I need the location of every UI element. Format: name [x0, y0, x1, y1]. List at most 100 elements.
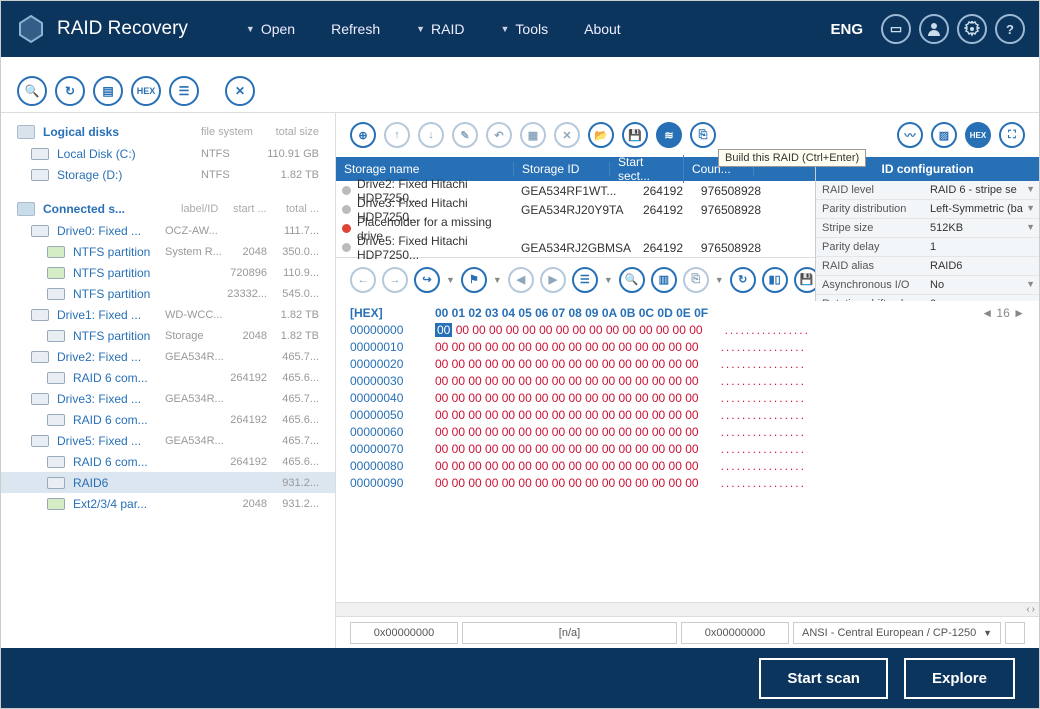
- start-scan-button[interactable]: Start scan: [759, 658, 888, 699]
- main-toolbar: 🔍 ↻ ▤ HEX ☰ ✕: [1, 69, 1039, 113]
- hex-line[interactable]: 0000008000 00 00 00 00 00 00 00 00 00 00…: [350, 458, 1025, 475]
- refresh-icon[interactable]: ↻: [55, 76, 85, 106]
- logical-disk-row[interactable]: Local Disk (C:)NTFS110.91 GB: [1, 143, 335, 164]
- titlebar: RAID Recovery ▼Open Refresh ▼RAID ▼Tools…: [1, 1, 1039, 57]
- config-row[interactable]: RAID levelRAID 6 - stripe se▼: [816, 181, 1039, 200]
- raid-toolbar: ⊕ ↑ ↓ ✎ ↶ ▦ ✕ 📂 💾 ≋ ⎘ 〰 ▨ HEX ⛶: [336, 113, 1039, 157]
- storage-row[interactable]: RAID 6 com...264192465.6...: [1, 367, 335, 388]
- menu-tools[interactable]: ▼Tools: [483, 21, 567, 37]
- connected-storages-header: Connected s... label/ID start ... total …: [1, 198, 335, 220]
- storage-row[interactable]: NTFS partitionSystem R...2048350.0...: [1, 241, 335, 262]
- hex-line[interactable]: 0000001000 00 00 00 00 00 00 00 00 00 00…: [350, 339, 1025, 356]
- hex-line[interactable]: 0000006000 00 00 00 00 00 00 00 00 00 00…: [350, 424, 1025, 441]
- grid-icon[interactable]: ▦: [520, 122, 546, 148]
- layout-icon[interactable]: ▥: [651, 267, 677, 293]
- next-icon[interactable]: ▶: [540, 267, 566, 293]
- prev-icon[interactable]: ◀: [508, 267, 534, 293]
- hex-line[interactable]: 0000004000 00 00 00 00 00 00 00 00 00 00…: [350, 390, 1025, 407]
- scrollbar-horizontal[interactable]: ‹›: [336, 602, 1039, 616]
- config-row[interactable]: Parity delay1: [816, 238, 1039, 257]
- status-offset2: 0x00000000: [681, 622, 789, 644]
- storage-row[interactable]: Ext2/3/4 par...2048931.2...: [1, 493, 335, 514]
- app-title: RAID Recovery: [57, 18, 188, 40]
- expand-icon[interactable]: ⊕: [350, 122, 376, 148]
- col-storage-id[interactable]: Storage ID: [514, 162, 610, 176]
- forward-icon[interactable]: →: [382, 267, 408, 293]
- storage-row[interactable]: Drive2: Fixed ...GEA534R...465.7...: [1, 346, 335, 367]
- encoding-selector[interactable]: ANSI - Central European / CP-1250▼: [793, 622, 1001, 644]
- menu-about[interactable]: About: [566, 21, 639, 37]
- edit-icon[interactable]: ✎: [452, 122, 478, 148]
- search-icon[interactable]: 🔍: [17, 76, 47, 106]
- remove-icon[interactable]: ✕: [554, 122, 580, 148]
- undo-icon[interactable]: ↶: [486, 122, 512, 148]
- raid-config-panel: ID configuration RAID levelRAID 6 - stri…: [815, 157, 1039, 314]
- export-icon[interactable]: ⎘: [690, 122, 716, 148]
- hex-viewer[interactable]: [HEX]00 01 02 03 04 05 06 07 08 09 0A 0B…: [336, 301, 1039, 602]
- build-raid-tooltip: Build this RAID (Ctrl+Enter): [718, 149, 866, 167]
- activity-icon[interactable]: 〰: [897, 122, 923, 148]
- hex-line[interactable]: 0000007000 00 00 00 00 00 00 00 00 00 00…: [350, 441, 1025, 458]
- fullscreen-icon[interactable]: ⛶: [999, 122, 1025, 148]
- storage-row[interactable]: Drive0: Fixed ...OCZ-AW...111.7...: [1, 220, 335, 241]
- menu-open[interactable]: ▼Open: [228, 21, 313, 37]
- col-storage-name[interactable]: Storage name: [336, 162, 514, 176]
- storage-row[interactable]: Drive5: Fixed ...GEA534R...465.7...: [1, 430, 335, 451]
- down-icon[interactable]: ↓: [418, 122, 444, 148]
- titlebar-tools: ENG ▭ ?: [830, 14, 1025, 44]
- explore-button[interactable]: Explore: [904, 658, 1015, 699]
- storage-row[interactable]: NTFS partition23332...545.0...: [1, 283, 335, 304]
- hex-icon[interactable]: HEX: [131, 76, 161, 106]
- list-icon[interactable]: ☰: [169, 76, 199, 106]
- user-icon[interactable]: [919, 14, 949, 44]
- config-row[interactable]: RAID aliasRAID6: [816, 257, 1039, 276]
- columns-icon[interactable]: ▮▯: [762, 267, 788, 293]
- up-icon[interactable]: ↑: [384, 122, 410, 148]
- config-row[interactable]: Asynchronous I/ONo▼: [816, 276, 1039, 295]
- reload-icon[interactable]: ↻: [730, 267, 756, 293]
- file-icon[interactable]: ▤: [93, 76, 123, 106]
- save-icon[interactable]: 💾: [622, 122, 648, 148]
- col-start-sector[interactable]: Start sect...: [610, 155, 684, 183]
- storage-row[interactable]: RAID 6 com...264192465.6...: [1, 409, 335, 430]
- status-extra[interactable]: [1005, 622, 1025, 644]
- close-icon[interactable]: ✕: [225, 76, 255, 106]
- build-raid-icon[interactable]: ≋: [656, 122, 682, 148]
- hex-nav[interactable]: ◄ 16 ►: [981, 305, 1025, 322]
- logical-disks-header: Logical disks file system total size: [1, 121, 335, 143]
- bookmark-icon[interactable]: ⚑: [461, 267, 487, 293]
- storage-row[interactable]: NTFS partitionStorage20481.82 TB: [1, 325, 335, 346]
- find-icon[interactable]: 🔍: [619, 267, 645, 293]
- disks-icon: [17, 125, 35, 139]
- hex-line[interactable]: 0000003000 00 00 00 00 00 00 00 00 00 00…: [350, 373, 1025, 390]
- hex-line[interactable]: 0000005000 00 00 00 00 00 00 00 00 00 00…: [350, 407, 1025, 424]
- config-row[interactable]: Parity distributionLeft-Symmetric (ba▼: [816, 200, 1039, 219]
- menu-icon[interactable]: ☰: [572, 267, 598, 293]
- settings-icon[interactable]: [957, 14, 987, 44]
- redo-icon[interactable]: ↪: [414, 267, 440, 293]
- hex-line[interactable]: 0000000000 00 00 00 00 00 00 00 00 00 00…: [350, 322, 1025, 339]
- hex-line[interactable]: 0000009000 00 00 00 00 00 00 00 00 00 00…: [350, 475, 1025, 492]
- status-na: [n/a]: [462, 622, 677, 644]
- storage-row[interactable]: RAID 6 com...264192465.6...: [1, 451, 335, 472]
- storage-row[interactable]: Drive1: Fixed ...WD-WCC...1.82 TB: [1, 304, 335, 325]
- help-icon[interactable]: ?: [995, 14, 1025, 44]
- footer: Start scan Explore: [1, 648, 1039, 708]
- logical-disk-row[interactable]: Storage (D:)NTFS1.82 TB: [1, 164, 335, 185]
- software-reg-icon[interactable]: ▭: [881, 14, 911, 44]
- chart-icon[interactable]: ▨: [931, 122, 957, 148]
- storage-row[interactable]: NTFS partition720896110.9...: [1, 262, 335, 283]
- main-menu: ▼Open Refresh ▼RAID ▼Tools About: [228, 21, 639, 37]
- open-folder-icon[interactable]: 📂: [588, 122, 614, 148]
- menu-raid[interactable]: ▼RAID: [398, 21, 482, 37]
- back-icon[interactable]: ←: [350, 267, 376, 293]
- hex-line[interactable]: 0000002000 00 00 00 00 00 00 00 00 00 00…: [350, 356, 1025, 373]
- hex-view-icon[interactable]: HEX: [965, 122, 991, 148]
- storage-row[interactable]: RAID6931.2...: [1, 472, 335, 493]
- left-panel: Logical disks file system total size Loc…: [1, 113, 336, 648]
- copy-icon[interactable]: ⎘: [683, 267, 709, 293]
- language-selector[interactable]: ENG: [830, 21, 863, 38]
- storage-row[interactable]: Drive3: Fixed ...GEA534R...465.7...: [1, 388, 335, 409]
- menu-refresh[interactable]: Refresh: [313, 21, 398, 37]
- config-row[interactable]: Stripe size512KB▼: [816, 219, 1039, 238]
